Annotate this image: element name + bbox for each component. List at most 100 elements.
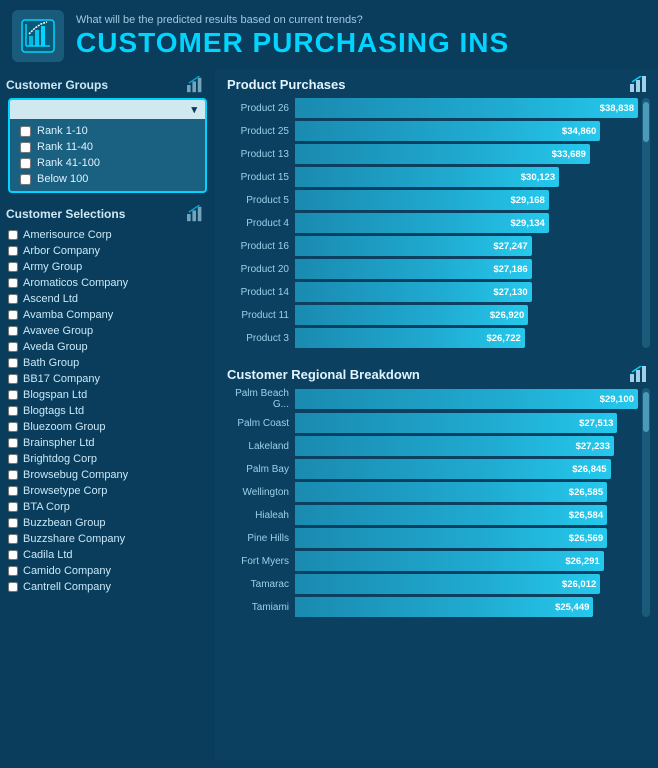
bar-fill: $26,722	[295, 328, 525, 348]
bar-row: Lakeland$27,233	[227, 436, 638, 456]
selection-checkbox[interactable]	[8, 550, 18, 560]
selection-item[interactable]: Amerisource Corp	[4, 227, 211, 243]
product-scroll-thumb[interactable]	[643, 102, 649, 142]
groups-dropdown[interactable]: ▾ Rank 1-10Rank 11-40 Rank 41-100 Below 10…	[8, 98, 207, 193]
group-checkbox[interactable]	[20, 174, 31, 185]
bar-label: Product 26	[227, 103, 289, 114]
header-icon	[12, 10, 64, 62]
bar-fill: $26,291	[295, 551, 604, 571]
group-checkbox[interactable]	[20, 126, 31, 137]
regional-scrollbar[interactable]	[642, 388, 650, 617]
group-checkbox-item[interactable]: Rank 11-40	[16, 139, 199, 155]
bar-track: $27,247	[295, 236, 638, 256]
bar-fill: $26,584	[295, 505, 607, 525]
selection-checkbox[interactable]	[8, 582, 18, 592]
selection-item[interactable]: Blogtags Ltd	[4, 403, 211, 419]
selection-item[interactable]: Avavee Group	[4, 323, 211, 339]
right-panel: Product Purchases Product 26$38,838Produ…	[215, 70, 658, 760]
selection-checkbox[interactable]	[8, 390, 18, 400]
selection-item[interactable]: Army Group	[4, 259, 211, 275]
bar-fill: $33,689	[295, 144, 590, 164]
bar-label: Hialeah	[227, 510, 289, 521]
selection-checkbox[interactable]	[8, 230, 18, 240]
bar-track: $27,130	[295, 282, 638, 302]
bar-fill: $27,513	[295, 413, 617, 433]
selection-checkbox[interactable]	[8, 406, 18, 416]
selection-checkbox[interactable]	[8, 486, 18, 496]
selection-item[interactable]: Aveda Group	[4, 339, 211, 355]
selection-checkbox[interactable]	[8, 454, 18, 464]
selection-checkbox[interactable]	[8, 358, 18, 368]
selection-checkbox[interactable]	[8, 326, 18, 336]
bar-row: Product 14$27,130	[227, 282, 638, 302]
selection-item[interactable]: Brainspher Ltd	[4, 435, 211, 451]
selection-item[interactable]: Arbor Company	[4, 243, 211, 259]
selection-checkbox[interactable]	[8, 374, 18, 384]
bar-value: $34,860	[562, 126, 596, 137]
selection-item[interactable]: BTA Corp	[4, 499, 211, 515]
selection-item[interactable]: Ascend Ltd	[4, 291, 211, 307]
bar-fill: $27,130	[295, 282, 532, 302]
product-scrollbar[interactable]	[642, 98, 650, 348]
groups-chart-icon	[187, 76, 205, 94]
selection-checkbox[interactable]	[8, 246, 18, 256]
selection-checkbox[interactable]	[8, 518, 18, 528]
group-checkbox-item[interactable]: Rank 41-100	[16, 155, 199, 171]
regional-chart-icon	[630, 366, 650, 382]
bar-row: Product 26 $38,838	[227, 98, 638, 118]
selections-chart-icon	[187, 205, 205, 223]
bar-label: Product 16	[227, 241, 289, 252]
selection-item[interactable]: Bluezoom Group	[4, 419, 211, 435]
bar-value: $27,513	[579, 418, 613, 429]
selection-checkbox[interactable]	[8, 438, 18, 448]
selection-checkbox[interactable]	[8, 294, 18, 304]
selection-item[interactable]: Bath Group	[4, 355, 211, 371]
group-checkbox[interactable]	[20, 142, 31, 153]
group-checkbox-label: Rank 41-100	[37, 157, 100, 169]
selection-label: BB17 Company	[23, 373, 100, 385]
group-checkbox-item[interactable]: Below 100	[16, 171, 199, 187]
bar-row: Hialeah $26,584	[227, 505, 638, 525]
bar-value: $38,838	[600, 103, 634, 114]
selection-item[interactable]: Browsebug Company	[4, 467, 211, 483]
selection-item[interactable]: Avamba Company	[4, 307, 211, 323]
regional-scroll-thumb[interactable]	[643, 392, 649, 432]
group-checkbox[interactable]	[20, 158, 31, 169]
selection-item[interactable]: Cantrell Company	[4, 579, 211, 595]
selection-label: Bluezoom Group	[23, 421, 106, 433]
bar-label: Product 4	[227, 218, 289, 229]
group-checkbox-item[interactable]: Rank 1-10	[16, 123, 199, 139]
selection-checkbox[interactable]	[8, 566, 18, 576]
customer-selections-title: Customer Selections	[6, 207, 125, 221]
selection-item[interactable]: Aromaticos Company	[4, 275, 211, 291]
dropdown-header[interactable]: ▾	[10, 100, 205, 119]
bar-label: Palm Beach G...	[227, 388, 289, 410]
selection-checkbox[interactable]	[8, 502, 18, 512]
dropdown-header-text	[18, 104, 21, 116]
selection-label: BTA Corp	[23, 501, 70, 513]
bar-row: Palm Bay$26,845	[227, 459, 638, 479]
selection-item[interactable]: Buzzbean Group	[4, 515, 211, 531]
selection-item[interactable]: BB17 Company	[4, 371, 211, 387]
selection-item[interactable]: Blogspan Ltd	[4, 387, 211, 403]
bar-label: Fort Myers	[227, 556, 289, 567]
bar-fill: $29,134	[295, 213, 549, 233]
selection-item[interactable]: Buzzshare Company	[4, 531, 211, 547]
selection-checkbox[interactable]	[8, 262, 18, 272]
bar-row: Product 25$34,860	[227, 121, 638, 141]
selection-checkbox[interactable]	[8, 278, 18, 288]
selection-checkbox[interactable]	[8, 310, 18, 320]
selection-item[interactable]: Brightdog Corp	[4, 451, 211, 467]
selection-checkbox[interactable]	[8, 534, 18, 544]
selection-checkbox[interactable]	[8, 470, 18, 480]
selection-checkbox[interactable]	[8, 422, 18, 432]
header-title: CUSTOMER PURCHASING INS	[76, 28, 509, 59]
bar-value: $26,845	[572, 464, 606, 475]
selection-checkbox[interactable]	[8, 342, 18, 352]
selection-label: Amerisource Corp	[23, 229, 112, 241]
bar-track: $25,449	[295, 597, 638, 617]
regional-breakdown-section: Customer Regional Breakdown Palm Beach G…	[227, 366, 650, 617]
selection-item[interactable]: Camido Company	[4, 563, 211, 579]
selection-item[interactable]: Browsetype Corp	[4, 483, 211, 499]
selection-item[interactable]: Cadila Ltd	[4, 547, 211, 563]
